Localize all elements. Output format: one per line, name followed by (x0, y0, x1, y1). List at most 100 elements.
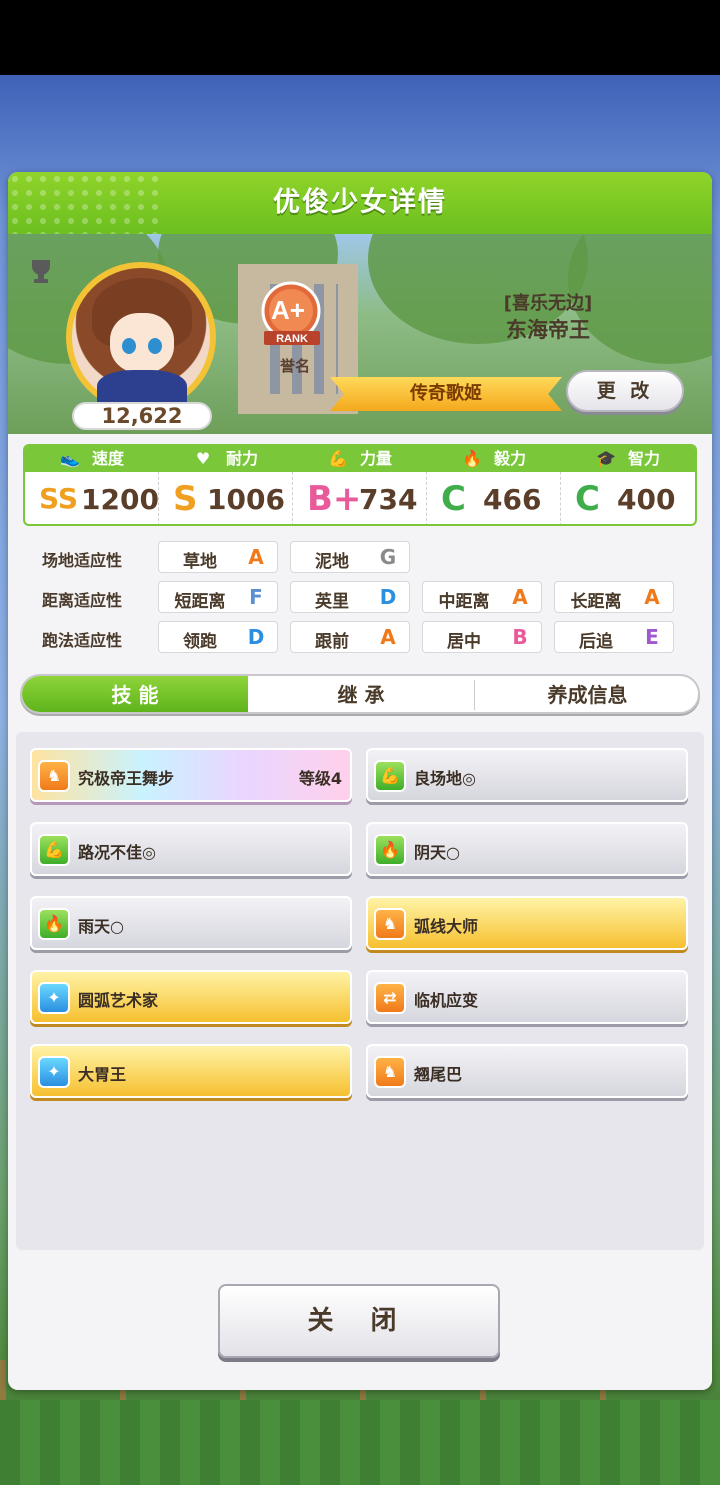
rank-word-text: RANK (276, 333, 308, 345)
aptitude-cell: 中距离 A (422, 581, 542, 613)
tab-training-info[interactable]: 养成信息 (475, 676, 698, 712)
stat-grade: C (441, 479, 466, 519)
aptitude-row-distance: 距离适应性 短距离 F 英里 D 中距离 A 长距离 A (30, 581, 710, 613)
character-banner: 12,622 A+ RANK 誉名 [喜乐无边] 东海帝王 传奇歌姬 更 改 (8, 234, 712, 434)
shoe-icon: 👟 (59, 449, 80, 468)
muscle-icon: 💪 (327, 449, 348, 468)
skill-name: 阴天○ (414, 843, 460, 862)
stat-head: 🔥 毅力 (427, 446, 561, 472)
character-epithet: [喜乐无边] (503, 293, 593, 314)
stat-grade: SS (39, 482, 79, 515)
aptitude-cell: 草地 A (158, 541, 278, 573)
aptitude-cell: 居中 B (422, 621, 542, 653)
skill-item[interactable]: ✦ 圆弧艺术家 (30, 970, 352, 1024)
stat-value: 734 (359, 483, 418, 516)
aptitude-name: 英里 (315, 592, 349, 612)
aptitude-grade: B (512, 625, 528, 649)
stat-head: ♥ 耐力 (159, 446, 293, 472)
stat-value: 400 (617, 483, 676, 516)
stat-head: 💪 力量 (293, 446, 427, 472)
aptitude-name: 长距离 (570, 592, 622, 612)
portrait-eye (148, 338, 162, 354)
dialog-header: 优俊少女详情 (8, 172, 712, 234)
aptitude-cell: 跟前 A (290, 621, 410, 653)
skill-item[interactable]: ♞ 弧线大师 (366, 896, 688, 950)
skills-panel: ♞ 究极帝王舞步 等级4 💪 良场地◎ 💪 路况不佳◎ 🔥 阴天○ 🔥 雨天○ … (16, 732, 704, 1250)
stat-stamina: ♥ 耐力 S 1006 (159, 446, 293, 524)
running-horse-icon: ♞ (38, 760, 70, 792)
character-name: 东海帝王 (506, 318, 590, 342)
aptitude-grade: D (379, 585, 397, 609)
skill-item[interactable]: 🔥 雨天○ (30, 896, 352, 950)
skill-item[interactable]: ⇄ 临机应变 (366, 970, 688, 1024)
portrait-eye (122, 338, 136, 354)
running-horse-icon: ♞ (374, 1056, 406, 1088)
skill-name: 究极帝王舞步 (78, 769, 175, 788)
stat-head: 👟 速度 (25, 446, 159, 472)
aptitude-cell: 长距离 A (554, 581, 674, 613)
sparkle-icon: ✦ (38, 1056, 70, 1088)
aptitude-cell: 泥地 G (290, 541, 410, 573)
status-bar-area (0, 0, 720, 75)
stat-guts: 🔥 毅力 C 466 (427, 446, 561, 524)
aptitude-grade: D (247, 625, 265, 649)
aptitude-name: 草地 (183, 552, 217, 572)
graduation-cap-icon: 🎓 (595, 449, 616, 468)
stat-value: 1200 (81, 483, 159, 516)
aptitude-name: 后追 (579, 632, 613, 652)
running-horse-icon: ♞ (374, 908, 406, 940)
dialog-title: 优俊少女详情 (273, 187, 447, 218)
stats-panel: 👟 速度 SS 1200 ♥ 耐力 S 1006 💪 力量 B+ 734 🔥 毅力 C … (23, 444, 697, 526)
skill-name: 雨天○ (78, 917, 124, 936)
aptitude-name: 短距离 (174, 592, 226, 612)
close-button[interactable]: 关 闭 (218, 1284, 500, 1358)
skill-name: 良场地◎ (414, 769, 476, 788)
flame-icon: 🔥 (461, 449, 482, 468)
aptitude-grade: E (645, 625, 659, 649)
fan-count: 12,622 (72, 402, 212, 430)
skill-item[interactable]: 💪 路况不佳◎ (30, 822, 352, 876)
aptitude-label: 场地适应性 (42, 551, 123, 570)
aptitude-cell: 短距离 F (158, 581, 278, 613)
trophy-icon[interactable] (26, 256, 56, 286)
tab-inheritance[interactable]: 继 承 (248, 676, 474, 712)
stat-grade: S (173, 479, 198, 519)
stat-grade: C (575, 479, 600, 519)
skill-item[interactable]: ♞ 究极帝王舞步 等级4 (30, 748, 352, 802)
aptitude-name: 领跑 (183, 632, 217, 652)
muscle-icon: 💪 (374, 760, 406, 792)
flame-icon: 🔥 (38, 908, 70, 940)
portrait-face (110, 313, 174, 373)
stat-value: 466 (483, 483, 542, 516)
skill-name: 圆弧艺术家 (78, 991, 159, 1010)
stat-label: 速度 (91, 449, 124, 468)
aptitude-grade: A (644, 585, 660, 609)
stat-grade: B+ (307, 479, 362, 519)
aptitude-row-track: 场地适应性 草地 A 泥地 G (30, 541, 710, 573)
aptitude-label: 跑法适应性 (42, 631, 123, 650)
stat-label: 毅力 (493, 449, 526, 468)
skill-item[interactable]: ♞ 翘尾巴 (366, 1044, 688, 1098)
aptitude-cell: 英里 D (290, 581, 410, 613)
tab-skills[interactable]: 技 能 (22, 676, 248, 712)
aptitude-grade: A (380, 625, 396, 649)
background-grass (0, 1400, 720, 1485)
sparkle-icon: ✦ (38, 982, 70, 1014)
stat-label: 智力 (627, 449, 660, 468)
aptitude-cell: 领跑 D (158, 621, 278, 653)
aptitude-name: 泥地 (315, 552, 349, 572)
change-title-button[interactable]: 更 改 (566, 370, 684, 412)
skill-level: 等级4 (298, 769, 342, 788)
aptitude-label: 距离适应性 (42, 591, 123, 610)
aptitude-grade: G (379, 545, 397, 569)
skill-item[interactable]: 💪 良场地◎ (366, 748, 688, 802)
heart-icon: ♥ (195, 449, 211, 468)
character-portrait[interactable] (66, 262, 216, 412)
aptitude-cell: 后追 E (554, 621, 674, 653)
swap-arrows-icon: ⇄ (374, 982, 406, 1014)
skill-name: 大胃王 (78, 1065, 127, 1084)
skill-item[interactable]: ✦ 大胃王 (30, 1044, 352, 1098)
aptitude-name: 居中 (447, 632, 481, 652)
stat-wisdom: 🎓 智力 C 400 (561, 446, 695, 524)
skill-item[interactable]: 🔥 阴天○ (366, 822, 688, 876)
